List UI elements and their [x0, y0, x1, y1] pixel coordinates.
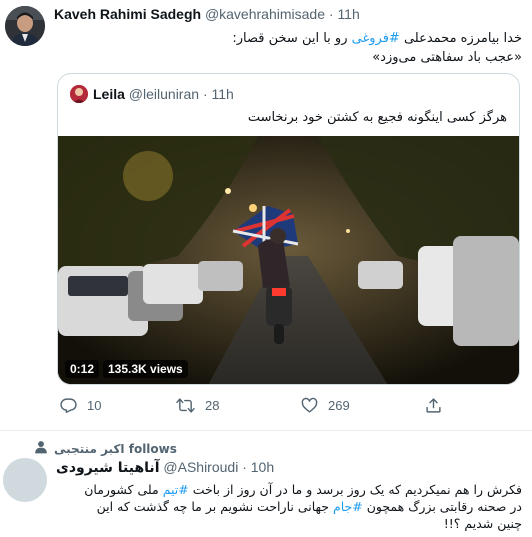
reply-text-line-1: فکرش را هم نمیکردیم که یک روز برسد و ما …: [84, 482, 522, 497]
reply-time[interactable]: 10h: [251, 459, 274, 475]
reply-text-line-3: چنین شدیم ؟!!: [443, 516, 522, 531]
retweet-count: 28: [205, 398, 220, 413]
quoted-tweet-text: هرگز کسی اینگونه فجیع به کشتن خود برنخاس…: [247, 110, 507, 125]
quoted-tweet-time[interactable]: 11h: [212, 86, 234, 102]
tweet-text-line-2: «عجب باد سفاهتی می‌وزد»: [372, 50, 522, 65]
tweet-time[interactable]: 11h: [337, 6, 359, 22]
separator-dot: ·: [202, 86, 208, 102]
follows-person-icon: [34, 440, 48, 457]
tweet-text-line-1: خدا بیامرزه محمدعلی #فروغی رو با این سخن…: [232, 31, 522, 46]
separator-dot: ·: [242, 459, 247, 475]
reply-tweet[interactable]: اکبر منتجبی follows آناهیتا شیرودی @AShi…: [0, 432, 532, 537]
quoted-tweet[interactable]: Leila @leiluniran · 11h هرگز کسی اینگونه…: [57, 73, 520, 385]
reply-header: آناهیتا شیرودی @AShiroudi · 10h: [56, 459, 274, 476]
retweet-icon: [176, 397, 195, 414]
share-button[interactable]: [425, 397, 442, 414]
quoted-author-name[interactable]: Leila: [93, 86, 125, 102]
reply-text: فکرش را هم نمیکردیم که یک روز برسد و ما …: [56, 481, 522, 532]
separator-dot: ·: [328, 6, 334, 22]
video-duration-badge: 0:12: [65, 360, 100, 378]
like-button[interactable]: 269: [301, 397, 350, 414]
share-icon: [425, 397, 442, 414]
video-player[interactable]: 0:12 135.3K views: [58, 136, 519, 384]
author-handle[interactable]: @kavehrahimisade: [205, 6, 325, 22]
video-views-badge: 135.3K views: [103, 360, 188, 378]
hashtag-link[interactable]: #تیم: [163, 482, 189, 497]
quoted-author-handle[interactable]: @leiluniran: [129, 86, 199, 102]
social-context: اکبر منتجبی follows: [34, 440, 177, 457]
like-count: 269: [328, 398, 350, 413]
follows-text[interactable]: اکبر منتجبی follows: [54, 442, 177, 456]
reply-author-avatar[interactable]: [3, 458, 47, 502]
reply-author-handle[interactable]: @AShiroudi: [163, 459, 238, 475]
reply-author-name[interactable]: آناهیتا شیرودی: [56, 460, 160, 476]
tweet-text: خدا بیامرزه محمدعلی #فروغی رو با این سخن…: [52, 29, 522, 67]
retweet-button[interactable]: 28: [176, 397, 219, 414]
hashtag-link[interactable]: #فروغی: [352, 31, 400, 46]
tweet-header: Kaveh Rahimi Sadegh @kavehrahimisade · 1…: [54, 6, 360, 22]
quoted-author-avatar[interactable]: [70, 85, 88, 103]
like-icon: [301, 397, 318, 414]
reply-count: 10: [87, 398, 102, 413]
author-name[interactable]: Kaveh Rahimi Sadegh: [54, 6, 201, 22]
main-tweet[interactable]: Kaveh Rahimi Sadegh @kavehrahimisade · 1…: [0, 0, 532, 431]
video-thumbnail: [58, 136, 519, 384]
tweet-actions: 10 28 269: [0, 397, 532, 425]
quoted-tweet-header: Leila @leiluniran · 11h: [70, 85, 234, 103]
reply-text-line-2: در صحنه رقابتی بزرگ همچون #جام جهانی نار…: [96, 499, 522, 514]
reply-icon: [60, 397, 77, 414]
reply-button[interactable]: 10: [60, 397, 101, 414]
hashtag-link[interactable]: #جام: [333, 499, 363, 514]
author-avatar[interactable]: [5, 6, 45, 46]
